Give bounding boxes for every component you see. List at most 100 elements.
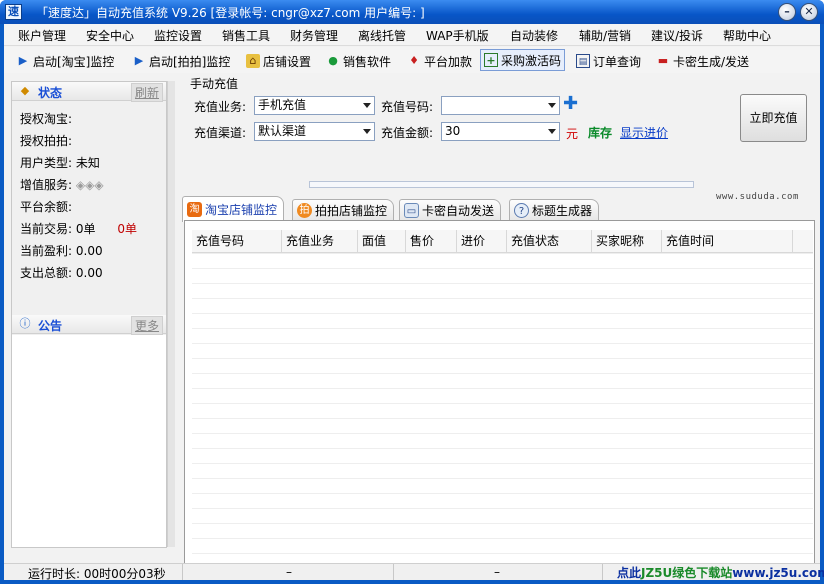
tab-strip: 淘 淘宝店铺监控 拍 拍拍店铺监控 ▭ 卡密自动发送 ? 标题生成器 — [182, 196, 812, 222]
start-paipai-label: 启动[拍拍]监控 — [149, 54, 231, 69]
tab-paipai-monitor[interactable]: 拍 拍拍店铺监控 — [292, 199, 395, 221]
notice-panel-title: 公告 — [38, 319, 63, 333]
play-icon: ▶ — [18, 54, 28, 67]
order-query-button[interactable]: ▤ 订单查询 — [576, 51, 641, 71]
recharge-now-button[interactable]: 立即充值 — [740, 94, 807, 142]
current-trade-value: 0单 — [75, 222, 96, 236]
start-taobao-label: 启动[淘宝]监控 — [33, 54, 115, 69]
current-trade-extra: 0单 — [117, 222, 137, 236]
buy-activation-code-label: 采购激活码 — [501, 53, 562, 68]
expense-value: 0.00 — [75, 266, 103, 280]
notice-content — [12, 335, 166, 547]
menu-wap[interactable]: WAP手机版 — [426, 27, 489, 44]
stat-taobao: 授权淘宝: — [20, 112, 73, 126]
app-logo-icon: 速 — [5, 4, 22, 20]
menu-account[interactable]: 账户管理 — [18, 27, 66, 44]
title-bar: 速 「速度达」自动充值系统 V9.26 [登录帐号: cngr@xz7.com … — [0, 0, 824, 24]
menu-monitor[interactable]: 监控设置 — [154, 27, 202, 44]
shop-settings-label: 店铺设置 — [263, 54, 312, 69]
card-generate-button[interactable]: ▬ 卡密生成/发送 — [656, 51, 749, 71]
chevron-down-icon — [363, 103, 371, 108]
service-select[interactable]: 手机充值 — [254, 96, 375, 115]
menu-marketing[interactable]: 辅助/营销 — [579, 27, 631, 44]
status-cell-2: – — [286, 565, 292, 579]
paipai-icon: 拍 — [297, 203, 312, 218]
add-code-icon: + — [484, 53, 498, 67]
show-price-link[interactable]: 显示进价 — [620, 124, 668, 141]
chevron-down-icon — [548, 103, 556, 108]
number-input[interactable] — [441, 96, 560, 115]
stat-balance: 平台余额: — [20, 200, 73, 214]
card-generate-label: 卡密生成/发送 — [673, 54, 750, 69]
download-site-badge[interactable]: 点此JZ5U绿色下载站www.jz5u.com — [617, 564, 824, 581]
diamond-icon: ◈◈◈ — [75, 178, 104, 192]
service-label: 充值业务: — [194, 100, 247, 114]
play-icon: ▶ — [134, 54, 144, 67]
recharge-title: 手动充值 — [190, 77, 239, 91]
sell-software-label: 销售软件 — [343, 54, 392, 69]
menu-security[interactable]: 安全中心 — [86, 27, 134, 44]
col-face-value[interactable]: 面值 — [358, 230, 406, 252]
stat-paipai: 授权拍拍: — [20, 134, 73, 148]
number-label: 充值号码: — [381, 100, 434, 114]
tab-card-send[interactable]: ▭ 卡密自动发送 — [399, 199, 502, 221]
table-body — [192, 253, 813, 563]
col-service[interactable]: 充值业务 — [282, 230, 358, 252]
col-sale-price[interactable]: 售价 — [406, 230, 457, 252]
stat-profit: 当前盈利: 0.00 — [20, 244, 103, 258]
runtime-text: 运行时长: 00时00分03秒 — [28, 567, 166, 581]
start-paipai-button[interactable]: ▶ 启动[拍拍]监控 — [132, 51, 231, 71]
stat-expense: 支出总额: 0.00 — [20, 266, 103, 280]
menu-decoration[interactable]: 自动装修 — [510, 27, 558, 44]
col-number[interactable]: 充值号码 — [192, 230, 282, 252]
sidebar-scrollbar[interactable] — [167, 81, 175, 547]
col-time[interactable]: 充值时间 — [662, 230, 793, 252]
window-title: 「速度达」自动充值系统 V9.26 [登录帐号: cngr@xz7.com 用户… — [36, 6, 425, 20]
manual-recharge-panel: 手动充值 充值业务: 手机充值 充值号码: 充值渠道: 默认渠道 充值金额: 3… — [182, 75, 814, 169]
tab-taobao-monitor[interactable]: 淘 淘宝店铺监控 — [182, 196, 285, 222]
shop-settings-button[interactable]: ⌂ 店铺设置 — [246, 51, 311, 71]
col-status[interactable]: 充值状态 — [507, 230, 592, 252]
menu-help[interactable]: 帮助中心 — [723, 27, 771, 44]
status-panel-title: 状态 — [38, 86, 63, 100]
table-header: 充值号码 充值业务 面值 售价 进价 充值状态 买家昵称 充值时间 — [192, 230, 813, 253]
menu-sales-tools[interactable]: 销售工具 — [222, 27, 270, 44]
amount-label: 充值金额: — [381, 126, 434, 140]
channel-label: 充值渠道: — [194, 126, 247, 140]
menu-feedback[interactable]: 建议/投诉 — [651, 27, 703, 44]
status-bar: 运行时长: 00时00分03秒 – – 点此JZ5U绿色下载站www.jz5u.… — [4, 563, 824, 581]
tab-title-generator[interactable]: ? 标题生成器 — [509, 199, 600, 221]
order-query-label: 订单查询 — [593, 54, 642, 69]
panel-splitter[interactable] — [309, 181, 694, 188]
stock-link[interactable]: 库存 — [588, 124, 612, 141]
card-send-icon: ▭ — [404, 203, 419, 218]
add-number-icon[interactable]: ✚ — [563, 95, 578, 113]
chevron-down-icon — [548, 129, 556, 134]
shop-icon: ⌂ — [246, 54, 260, 68]
col-buyer[interactable]: 买家昵称 — [592, 230, 662, 252]
menu-finance[interactable]: 财务管理 — [290, 27, 338, 44]
app-window: 速 「速度达」自动充值系统 V9.26 [登录帐号: cngr@xz7.com … — [0, 0, 824, 584]
channel-select[interactable]: 默认渠道 — [254, 122, 375, 141]
user-type-value: 未知 — [75, 156, 100, 170]
minimize-button[interactable]: – — [778, 3, 796, 21]
status-separator — [182, 564, 183, 580]
status-panel-header: ◆ 状态 刷新 — [12, 82, 166, 102]
refresh-link[interactable]: 刷新 — [130, 83, 163, 102]
stat-current-trade: 当前交易: 0单 0单 — [20, 222, 137, 236]
close-button[interactable]: ✕ — [800, 3, 818, 21]
status-separator — [393, 564, 394, 580]
platform-deposit-label: 平台加款 — [424, 54, 473, 69]
sell-software-button[interactable]: ● 销售软件 — [326, 51, 391, 71]
chevron-down-icon — [363, 129, 371, 134]
taobao-icon: 淘 — [187, 202, 202, 217]
start-taobao-button[interactable]: ▶ 启动[淘宝]监控 — [16, 51, 115, 71]
menu-offline[interactable]: 离线托管 — [358, 27, 406, 44]
buy-activation-code-button[interactable]: + 采购激活码 — [480, 49, 566, 71]
platform-deposit-button[interactable]: ♦ 平台加款 — [407, 51, 472, 71]
status-sidebar: ◆ 状态 刷新 授权淘宝: 授权拍拍: 用户类型: 未知 增值服务: ◈◈◈ 平… — [11, 81, 167, 548]
more-link[interactable]: 更多 — [130, 316, 163, 335]
col-cost-price[interactable]: 进价 — [457, 230, 507, 252]
amount-select[interactable]: 30 — [441, 122, 560, 141]
users-icon: ● — [328, 54, 338, 67]
